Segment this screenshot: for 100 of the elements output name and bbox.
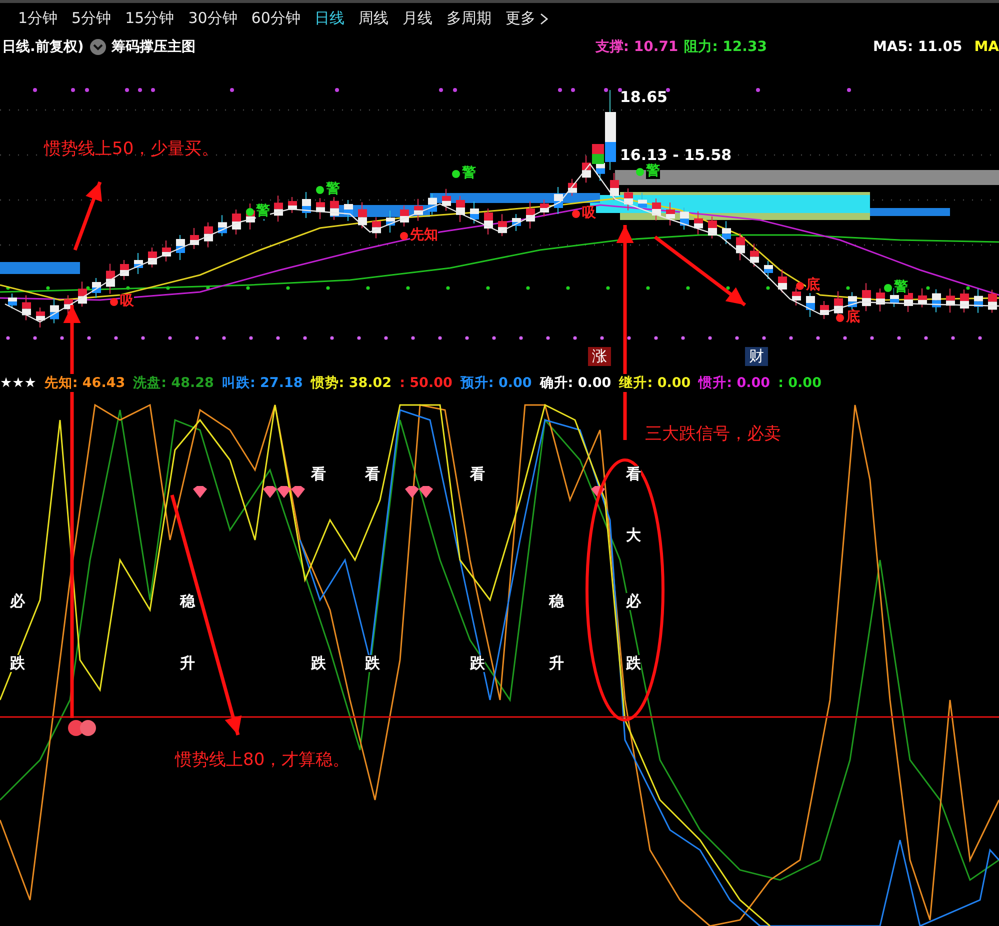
annotation-text: 惯势线上50，少量买。 [44, 138, 219, 160]
candlestick [862, 282, 871, 312]
legend-item: 先知: 46.43 [44, 374, 126, 392]
period-tab[interactable]: 周线 [352, 9, 394, 28]
candlestick [652, 198, 661, 221]
candlestick [722, 220, 731, 245]
candlestick [918, 288, 927, 308]
period-tab[interactable]: 5分钟 [66, 9, 118, 28]
candlestick [400, 205, 409, 227]
legend-item: : 0.00 [778, 374, 822, 390]
candlestick [638, 192, 647, 212]
legend-item: 叫跌: 27.18 [222, 374, 303, 392]
candlestick [708, 216, 717, 239]
legend-item: : 50.00 [400, 374, 452, 390]
signal-character: 跌 [470, 655, 485, 672]
event-marker: 涨 [588, 347, 611, 366]
gem-icon [419, 486, 433, 498]
candlestick [540, 199, 549, 217]
signal-character: 跌 [365, 655, 380, 672]
signal-character: 升 [549, 655, 564, 672]
period-tab[interactable]: 30分钟 [182, 9, 244, 28]
signal-character: 稳 [549, 593, 564, 610]
gem-icon [291, 486, 305, 498]
candlestick [988, 289, 997, 314]
arrow [73, 181, 102, 251]
event-marker: 财 [745, 347, 768, 366]
indicator-name: 筹码撑压主图 [112, 38, 196, 56]
candlestick [8, 293, 17, 310]
candlestick [792, 287, 801, 306]
candlestick [876, 288, 885, 312]
period-tab[interactable]: 1分钟 [12, 9, 64, 28]
candlestick [624, 188, 633, 211]
legend-item: 预升: 0.00 [460, 374, 532, 392]
candlestick [414, 198, 423, 222]
candlestick [694, 210, 703, 235]
chevron-right-icon [540, 12, 548, 24]
signal-label: 警 [894, 280, 908, 296]
candlestick [204, 222, 213, 248]
indicator-reading: 阻力: 12.33 [684, 38, 767, 56]
period-tab[interactable]: 更多 [499, 9, 554, 28]
signal-character: 看 [311, 466, 326, 484]
gem-icon [591, 486, 605, 498]
candlestick [22, 294, 31, 321]
candlestick [134, 252, 143, 274]
heart-icon [68, 720, 96, 736]
period-tab[interactable]: 15分钟 [119, 9, 180, 28]
candlestick [582, 155, 591, 184]
candlestick [680, 207, 689, 230]
legend-item: 洗盘: 48.28 [133, 374, 214, 392]
candlestick [386, 210, 395, 234]
candlestick [442, 188, 451, 212]
gem-icon [405, 486, 419, 498]
candlestick [974, 288, 983, 314]
signal-label: 吸 [120, 294, 134, 310]
period-tab[interactable]: 多周期 [440, 9, 498, 28]
signal-character: 必 [626, 593, 641, 610]
candlestick [470, 201, 479, 224]
price-label: 16.13 - 15.58 [620, 146, 732, 164]
indicator-reading: MA [974, 39, 999, 55]
gem-icon [263, 486, 277, 498]
signal-character: 稳 [180, 593, 195, 610]
price-label: 18.65 [620, 88, 668, 106]
candlestick [288, 196, 297, 214]
indicator-reading: 支撑: 10.71 [595, 38, 678, 56]
gem-icon [193, 486, 207, 498]
signal-character: 看 [626, 466, 641, 484]
candlestick [946, 288, 955, 314]
candlestick [78, 281, 87, 308]
candlestick [190, 228, 199, 250]
candlestick [666, 202, 675, 226]
candlestick [92, 278, 101, 298]
signal-label: 警 [462, 166, 476, 182]
candlestick [512, 214, 521, 232]
candlestick [820, 300, 829, 320]
candlestick [176, 234, 185, 260]
period-tab[interactable]: 日线 [308, 9, 350, 28]
period-tab[interactable]: 60分钟 [245, 9, 306, 28]
candlestick [50, 298, 59, 324]
legend-item: 惯势: 38.02 [310, 374, 392, 392]
period-tab[interactable]: 月线 [396, 9, 438, 28]
candlestick [428, 193, 437, 216]
signal-label: 警 [646, 164, 660, 180]
annotation-text: 惯势线上80，才算稳。 [175, 749, 350, 771]
signal-label: 警 [326, 182, 340, 198]
candlestick [232, 209, 241, 236]
candlestick [778, 269, 787, 293]
candlestick [568, 178, 577, 196]
candlestick [736, 232, 745, 261]
candlestick [750, 243, 759, 268]
signal-label: 吸 [582, 206, 596, 222]
dropdown-icon[interactable] [90, 39, 106, 55]
candlestick [120, 260, 129, 280]
candlestick [610, 172, 619, 200]
candlestick [456, 195, 465, 222]
rating-stars: ★★★ [0, 374, 36, 390]
candlestick [554, 186, 563, 214]
signal-character: 大 [626, 527, 641, 544]
indicator-reading: MA5: 11.05 [872, 39, 962, 55]
candlestick [764, 260, 773, 280]
chart-title: 日线.前复权) [2, 38, 84, 56]
